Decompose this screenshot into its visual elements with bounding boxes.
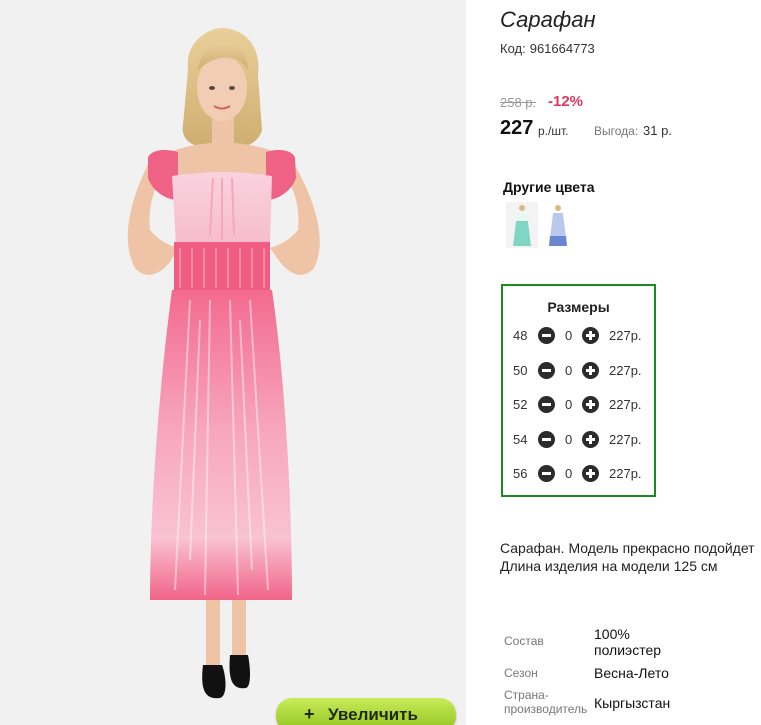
zoom-button-label: Увеличить xyxy=(328,705,418,724)
color-swatch-mint[interactable] xyxy=(506,202,538,248)
mint-dress-thumbnail xyxy=(506,202,538,248)
product-description: Сарафан. Модель прекрасно подойдет Длина… xyxy=(500,539,755,575)
current-price: 227 xyxy=(500,117,534,139)
size-value: 54 xyxy=(513,432,528,447)
product-code-label: Код: xyxy=(500,41,526,56)
price-unit: р./шт. xyxy=(538,124,569,138)
minus-icon[interactable] xyxy=(538,327,555,344)
plus-icon[interactable] xyxy=(582,396,599,413)
size-value: 56 xyxy=(513,466,528,481)
size-quantity: 0 xyxy=(565,363,573,378)
sizes-panel: Размеры 48 0 227р. 50 0 227р. 52 0 227р.… xyxy=(501,284,656,497)
size-row: 54 0 227р. xyxy=(503,429,654,451)
size-price: 227р. xyxy=(609,363,642,378)
size-price: 227р. xyxy=(609,432,642,447)
plus-icon[interactable] xyxy=(582,465,599,482)
old-price: 258 р. xyxy=(500,95,537,110)
plus-icon[interactable] xyxy=(582,327,599,344)
discount-badge: -12% xyxy=(548,93,584,110)
other-colors-title: Другие цвета xyxy=(503,179,595,195)
size-row: 48 0 227р. xyxy=(503,325,654,347)
product-title: Сарафан xyxy=(500,7,596,32)
size-price: 227р. xyxy=(609,466,642,481)
blue-dress-thumbnail xyxy=(544,202,576,248)
description-line: Длина изделия на модели 125 см xyxy=(500,558,718,574)
minus-icon[interactable] xyxy=(538,362,555,379)
saving-label: Выгода: xyxy=(594,124,639,138)
minus-icon[interactable] xyxy=(538,465,555,482)
size-quantity: 0 xyxy=(565,432,573,447)
plus-icon[interactable] xyxy=(582,431,599,448)
size-row: 52 0 227р. xyxy=(503,394,654,416)
sizes-title: Размеры xyxy=(547,299,610,315)
size-quantity: 0 xyxy=(565,397,573,412)
minus-icon[interactable] xyxy=(538,396,555,413)
spec-value-material: 100% полиэстер xyxy=(594,626,662,658)
saving-value: 31 р. xyxy=(643,123,672,138)
spec-value-country: Кыргызстан xyxy=(594,695,671,711)
model-in-dress-image xyxy=(127,28,320,699)
size-price: 227р. xyxy=(609,397,642,412)
product-photo[interactable]: + Увеличить xyxy=(0,0,466,725)
description-line: Сарафан. Модель прекрасно подойдет xyxy=(500,540,755,556)
size-quantity: 0 xyxy=(565,466,573,481)
spec-label-material: Состав xyxy=(504,634,544,648)
size-quantity: 0 xyxy=(565,328,573,343)
plus-icon: + xyxy=(304,704,315,724)
minus-icon[interactable] xyxy=(538,431,555,448)
spec-label-country: Страна-производитель xyxy=(504,688,588,716)
plus-icon[interactable] xyxy=(582,362,599,379)
size-row: 50 0 227р. xyxy=(503,360,654,382)
spec-value-season: Весна-Лето xyxy=(594,665,669,681)
size-row: 56 0 227р. xyxy=(503,463,654,485)
product-code: Код: 961664773 xyxy=(500,41,595,56)
size-value: 50 xyxy=(513,363,528,378)
spec-label-season: Сезон xyxy=(504,666,538,680)
color-swatch-blue[interactable] xyxy=(544,202,576,248)
product-code-value: 961664773 xyxy=(529,41,595,56)
size-value: 52 xyxy=(513,397,528,412)
size-price: 227р. xyxy=(609,328,642,343)
size-value: 48 xyxy=(513,328,528,343)
zoom-button[interactable]: + Увеличить xyxy=(276,698,456,725)
